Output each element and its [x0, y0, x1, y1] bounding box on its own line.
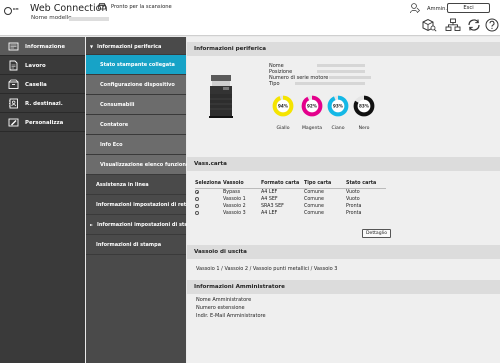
info-icon: [8, 41, 19, 52]
toner-black-gauge: 83%: [353, 95, 375, 117]
admin-name-label: Nome Amministratore: [196, 297, 252, 303]
detail-button[interactable]: Dettaglio: [362, 229, 391, 238]
output-tray-list: Vassoio 1 / Vassoio 2 / Vassoio punti me…: [196, 266, 338, 272]
box-icon: [8, 79, 19, 90]
device-search-icon[interactable]: [421, 18, 437, 32]
table-row: Bypass A4 LEF Comune Vuoto: [195, 189, 386, 197]
menu-item-label: Personalizza: [25, 120, 64, 126]
app-title: Web Connection: [30, 3, 108, 14]
paper-tray-table: Seleziona Vassoio Formato carta Tipo car…: [195, 181, 386, 217]
model-name-value: [69, 17, 109, 21]
logout-button[interactable]: Esci: [447, 3, 490, 13]
job-icon: [8, 60, 19, 71]
admin-email-label: Indir. E-Mail Amministratore: [196, 313, 266, 319]
table-row: Vassoio 1 A4 SEF Comune Vuoto: [195, 196, 386, 203]
gauge-percent-label: 94%: [278, 104, 289, 109]
menu-item-destination[interactable]: R. destinazi.: [0, 94, 85, 113]
device-status-text: Pronto per la scansione: [111, 4, 172, 10]
submenu-device-config[interactable]: Configurazione dispositivo: [86, 75, 186, 95]
output-tray-heading: Vassoio di uscita: [187, 245, 500, 259]
submenu-network-settings[interactable]: Informazioni impostazioni di rete: [86, 195, 190, 215]
expand-triangle-icon: ▼: [90, 44, 94, 49]
admin-info-heading: Informazioni Amministratore: [187, 280, 500, 294]
device-type-label: Tipo: [269, 81, 280, 87]
header: KM Web Connection Nome modello Pronto pe…: [0, 0, 500, 36]
gauge-percent-label: 93%: [333, 104, 344, 109]
col-paper-status: Stato carta: [346, 181, 386, 189]
device-name-value: [317, 64, 365, 67]
col-paper-type: Tipo carta: [304, 181, 346, 189]
submenu-device-info[interactable]: ▼ Informazioni periferica: [86, 37, 186, 55]
toner-black-label: Nero: [358, 126, 370, 131]
refresh-icon[interactable]: [466, 18, 482, 32]
menu-item-label: R. destinazi.: [25, 101, 63, 107]
paper-tray-heading: Vass.carta: [187, 157, 500, 171]
col-tray: Vassoio: [223, 181, 261, 189]
table-row: Vassoio 2 SRA3 SEF Comune Pronta: [195, 203, 386, 210]
main-content: Informazioni periferica Nome Posizione N…: [187, 37, 500, 363]
submenu-printer-status[interactable]: Stato stampante collegata: [86, 55, 186, 75]
submenu-counter[interactable]: Contatore: [86, 115, 186, 135]
submenu-eco-info[interactable]: Info Eco: [86, 135, 186, 155]
scanner-status-icon: [98, 3, 106, 10]
device-type-value: [295, 82, 365, 85]
help-icon[interactable]: [484, 18, 500, 32]
submenu-print-info[interactable]: Informazioni di stampa: [86, 235, 186, 255]
main-menu: Informazione Lavoro Casella R. destinazi…: [0, 37, 85, 363]
gauge-percent-label: 83%: [359, 104, 370, 109]
tray-radio[interactable]: [195, 211, 199, 215]
toner-cyan-gauge: 93%: [327, 95, 349, 117]
gauge-percent-label: 92%: [307, 104, 318, 109]
sub-menu: ▼ Informazioni periferica Stato stampant…: [86, 37, 193, 363]
toner-yellow-gauge: 94%: [272, 95, 294, 117]
device-serial-value: [329, 76, 371, 79]
toner-magenta-gauge: 92%: [301, 95, 323, 117]
submenu-function-list[interactable]: Visualizzazione elenco funzione: [86, 155, 189, 175]
menu-item-customize[interactable]: Personalizza: [0, 113, 85, 132]
col-paper-size: Formato carta: [261, 181, 304, 189]
customize-icon: [8, 117, 19, 128]
toner-yellow-label: Giallo: [276, 126, 290, 131]
menu-item-job[interactable]: Lavoro: [0, 56, 85, 75]
tray-radio[interactable]: [195, 197, 199, 201]
tray-radio[interactable]: [195, 190, 199, 194]
svg-text:KM: KM: [13, 7, 19, 11]
model-name-label: Nome modello: [31, 15, 72, 21]
device-info-heading: Informazioni periferica: [187, 42, 500, 56]
submenu-consumables[interactable]: Consumabili: [86, 95, 186, 115]
printer-image: [209, 73, 233, 119]
tray-radio[interactable]: [195, 204, 199, 208]
menu-item-label: Casella: [25, 82, 47, 88]
brand-logo: KM: [4, 6, 20, 18]
table-row: Vassoio 3 A4 LEF Comune Pronta: [195, 210, 386, 217]
admin-user-icon: [410, 3, 420, 14]
network-icon[interactable]: [445, 18, 461, 32]
address-book-icon: [8, 98, 19, 109]
admin-label: Ammin.: [427, 6, 448, 12]
menu-item-label: Lavoro: [25, 63, 46, 69]
logo-icon: KM: [4, 7, 19, 15]
submenu-online-help[interactable]: Assistenza in linea: [86, 175, 186, 195]
submenu-print-settings[interactable]: ► Informazioni impostazioni di sta...: [86, 215, 193, 235]
admin-extension-label: Numero estensione: [196, 305, 245, 311]
menu-item-information[interactable]: Informazione: [0, 37, 85, 56]
col-select: Seleziona: [195, 181, 223, 189]
collapsed-triangle-icon: ►: [90, 222, 94, 227]
device-location-value: [317, 70, 365, 73]
menu-item-box[interactable]: Casella: [0, 75, 85, 94]
menu-item-label: Informazione: [25, 44, 65, 50]
